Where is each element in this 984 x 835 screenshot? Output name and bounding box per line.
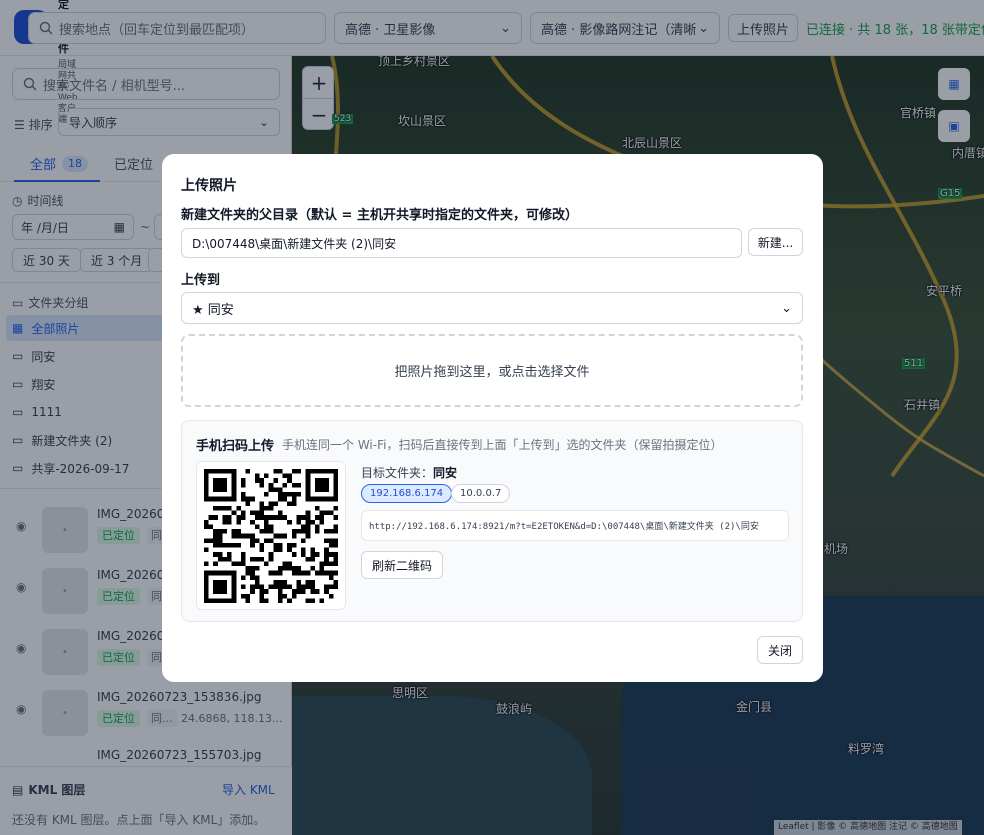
refresh-qr-button[interactable]: 刷新二维码 [361,551,443,579]
photo-dropzone[interactable]: 把照片拖到这里，或点击选择文件 [181,334,803,407]
qr-code-image [204,468,338,603]
dropzone-text: 把照片拖到这里，或点击选择文件 [394,365,590,380]
target-folder: 目标文件夹：同安 [361,464,457,481]
upload-dialog: 上传照片 新建文件夹的父目录（默认 = 主机开共享时指定的文件夹，可修改） D:… [162,154,823,682]
qr-hint: 手机连同一个 Wi-Fi，扫码后直接传到上面「上传到」选的文件夹（保留拍摄定位） [282,438,723,452]
upload-to-value: ★ 同安 [192,302,234,318]
qr-title: 手机扫码上传 [196,439,275,454]
qr-upload-panel: 手机扫码上传 手机连同一个 Wi-Fi，扫码后直接传到上面「上传到」选的文件夹（… [181,420,803,622]
ip-chip-active[interactable]: 192.168.6.174 [361,484,453,503]
target-folder-value: 同安 [433,466,458,480]
upload-url-field[interactable]: http://192.168.6.174:8921/m?t=E2ETOKEN&d… [361,510,789,541]
new-folder-button[interactable]: 新建... [748,228,803,256]
upload-to-select[interactable]: ★ 同安 ⌄ [181,292,803,324]
parent-dir-input[interactable]: D:\007448\桌面\新建文件夹 (2)\同安 [181,228,742,258]
dialog-title: 上传照片 [181,178,237,194]
parent-dir-label: 新建文件夹的父目录（默认 = 主机开共享时指定的文件夹，可修改） [181,208,578,223]
target-folder-prefix: 目标文件夹： [361,466,434,480]
upload-to-label: 上传到 [181,273,221,288]
chevron-down-icon: ⌄ [781,300,792,316]
qr-code [196,461,346,610]
ip-chip-other[interactable]: 10.0.0.7 [451,484,511,503]
close-button[interactable]: 关闭 [757,636,803,664]
